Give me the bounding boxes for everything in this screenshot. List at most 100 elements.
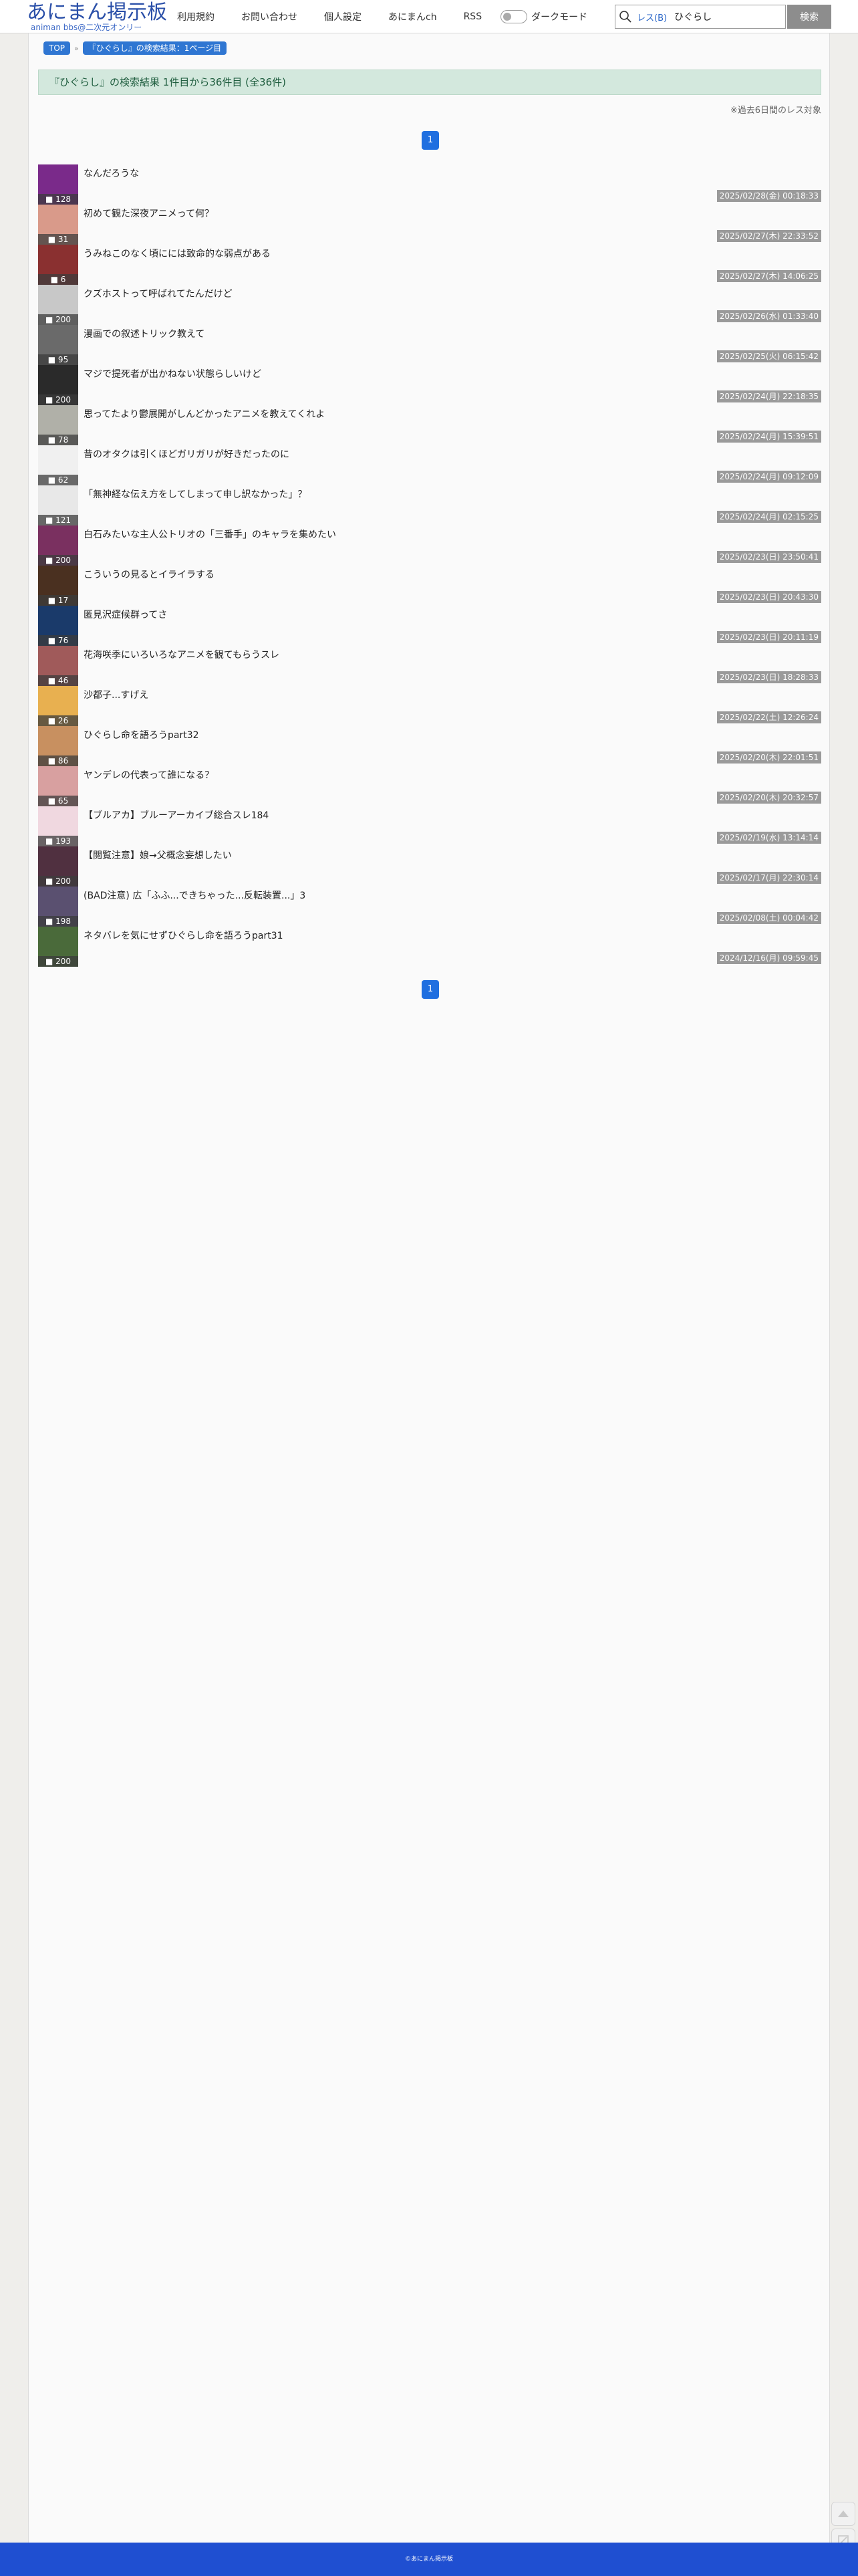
thread-date: 2025/02/19(水) 13:14:14 bbox=[716, 832, 821, 844]
thread-title[interactable]: なんだろうな bbox=[84, 166, 139, 180]
thread-row[interactable]: ■ 193 【ブルアカ】ブルーアーカイブ総合スレ184 2025/02/19(水) … bbox=[38, 806, 821, 846]
thread-row[interactable]: ■ 76 匿見沢症候群ってさ 2025/02/23(日) 20:11:19 bbox=[38, 606, 821, 646]
thread-row[interactable]: ■ 200 クズホストって呼ばれてたんだけど 2025/02/26(水) 01:33… bbox=[38, 285, 821, 325]
thread-row[interactable]: ■ 200 ネタバレを気にせずひぐらし命を語ろうpart31 2024/12/16(… bbox=[38, 927, 821, 967]
reply-count: ■ 95 bbox=[38, 354, 78, 365]
thread-date: 2025/02/08(土) 00:04:42 bbox=[716, 912, 821, 924]
thread-thumbnail[interactable]: ■ 31 bbox=[38, 205, 78, 245]
dark-mode-label: ダークモード bbox=[531, 12, 588, 23]
dark-mode-switch[interactable] bbox=[500, 10, 528, 23]
thread-list: ■ 128 なんだろうな 2025/02/28(金) 00:18:33 ■ 31 初めて… bbox=[38, 164, 821, 967]
nav-settings[interactable]: 個人設定 bbox=[324, 10, 362, 23]
thread-thumbnail[interactable]: ■ 26 bbox=[38, 686, 78, 726]
thread-title[interactable]: ネタバレを気にせずひぐらし命を語ろうpart31 bbox=[84, 929, 283, 942]
search-note: ※過去6日間のレス対象 bbox=[730, 106, 821, 116]
thread-title[interactable]: こういうの見るとイライラする bbox=[84, 568, 214, 581]
site-logo[interactable]: あにまん掲示板 animan bbs@二次元オンリー bbox=[27, 2, 170, 32]
thread-thumbnail[interactable]: ■ 17 bbox=[38, 566, 78, 606]
thread-row[interactable]: ■ 200 マジで提死者が出かねない状態らしいけど 2025/02/24(月) 22… bbox=[38, 365, 821, 405]
thread-thumbnail[interactable]: ■ 200 bbox=[38, 525, 78, 566]
thread-title[interactable]: 匿見沢症候群ってさ bbox=[84, 608, 167, 621]
thread-row[interactable]: ■ 200 白石みたいな主人公トリオの「三番手」のキャラを集めたい 2025/02/… bbox=[38, 525, 821, 566]
scroll-top-button[interactable] bbox=[831, 2502, 855, 2526]
thread-row[interactable]: ■ 200 【閲覧注意】娘→父概念妄想したい 2025/02/17(月) 22:30… bbox=[38, 846, 821, 887]
dark-mode-toggle[interactable]: ダークモード bbox=[500, 10, 587, 23]
thread-thumbnail[interactable]: ■ 200 bbox=[38, 846, 78, 887]
thread-title[interactable]: 【ブルアカ】ブルーアーカイブ総合スレ184 bbox=[84, 808, 269, 822]
thread-title[interactable]: 沙都子...すげえ bbox=[84, 688, 148, 701]
logo-sub-text: animan bbs@二次元オンリー bbox=[31, 23, 142, 32]
thread-thumbnail[interactable]: ■ 200 bbox=[38, 285, 78, 325]
thread-row[interactable]: ■ 198 (BAD注意) 広「ふふ...できちゃった...反転装置...」3 20… bbox=[38, 887, 821, 927]
thread-title[interactable]: 「無神経な伝え方をしてしまって申し訳なかった」？ bbox=[84, 487, 307, 501]
thread-thumbnail[interactable]: ■ 128 bbox=[38, 164, 78, 205]
breadcrumb-current[interactable]: 『ひぐらし』の検索結果：1ページ目 bbox=[82, 41, 227, 55]
thread-date: 2025/02/23(日) 18:28:33 bbox=[716, 671, 821, 683]
nav-terms[interactable]: 利用規約 bbox=[177, 10, 214, 23]
thread-row[interactable]: ■ 46 花海咲季にいろいろなアニメを観てもらうスレ 2025/02/23(日) 1… bbox=[38, 646, 821, 686]
thread-thumbnail[interactable]: ■ 95 bbox=[38, 325, 78, 365]
thread-thumbnail[interactable]: ■ 200 bbox=[38, 927, 78, 967]
thread-row[interactable]: ■ 6 うみねこのなく頃にには致命的な弱点がある 2025/02/27(木) 14:… bbox=[38, 245, 821, 285]
thread-title[interactable]: ヤンデレの代表って誰になる？ bbox=[84, 768, 214, 782]
result-header: 『ひぐらし』の検索結果 1件目から36件目 (全36件) bbox=[38, 70, 821, 95]
thread-thumbnail[interactable]: ■ 65 bbox=[38, 766, 78, 806]
reply-count: ■ 31 bbox=[38, 234, 78, 245]
thread-title[interactable]: 昔のオタクは引くほどガリガリが好きだったのに bbox=[84, 447, 289, 461]
thread-date: 2025/02/23(日) 20:43:30 bbox=[716, 591, 821, 603]
thread-row[interactable]: ■ 62 昔のオタクは引くほどガリガリが好きだったのに 2025/02/24(月) … bbox=[38, 445, 821, 485]
reply-count: ■ 200 bbox=[38, 555, 78, 566]
thread-title[interactable]: ひぐらし命を語ろうpart32 bbox=[84, 728, 199, 741]
thread-row[interactable]: ■ 121 「無神経な伝え方をしてしまって申し訳なかった」？ 2025/02/24(… bbox=[38, 485, 821, 525]
thread-title[interactable]: 花海咲季にいろいろなアニメを観てもらうスレ bbox=[84, 648, 279, 661]
thread-row[interactable]: ■ 26 沙都子...すげえ 2025/02/22(土) 12:26:24 bbox=[38, 686, 821, 726]
thread-thumbnail[interactable]: ■ 193 bbox=[38, 806, 78, 846]
thread-title[interactable]: マジで提死者が出かねない状態らしいけど bbox=[84, 367, 261, 380]
thread-thumbnail[interactable]: ■ 76 bbox=[38, 606, 78, 646]
thread-title[interactable]: 漫画での叙述トリック教えて bbox=[84, 327, 204, 340]
thread-row[interactable]: ■ 17 こういうの見るとイライラする 2025/02/23(日) 20:43:30 bbox=[38, 566, 821, 606]
thread-date: 2025/02/20(木) 20:32:57 bbox=[716, 792, 821, 804]
thread-date: 2025/02/24(月) 15:39:51 bbox=[716, 431, 821, 443]
search-type-select[interactable]: レス(B) bbox=[635, 11, 674, 23]
thread-row[interactable]: ■ 78 思ってたより鬱展開がしんどかったアニメを教えてくれよ 2025/02/24… bbox=[38, 405, 821, 445]
thread-title[interactable]: 初めて観た深夜アニメって何？ bbox=[84, 207, 214, 220]
thread-row[interactable]: ■ 95 漫画での叙述トリック教えて 2025/02/25(火) 06:15:42 bbox=[38, 325, 821, 365]
search-button[interactable]: 検索 bbox=[787, 5, 831, 29]
reply-count: ■ 121 bbox=[38, 515, 78, 525]
reply-count: ■ 62 bbox=[38, 475, 78, 485]
nav-rss[interactable]: RSS bbox=[464, 11, 482, 22]
thread-title[interactable]: うみねこのなく頃にには致命的な弱点がある bbox=[84, 247, 271, 260]
search-input[interactable] bbox=[674, 7, 781, 27]
nav-contact[interactable]: お問い合わせ bbox=[241, 10, 297, 23]
breadcrumb-top[interactable]: TOP bbox=[43, 41, 71, 55]
thread-row[interactable]: ■ 86 ひぐらし命を語ろうpart32 2025/02/20(木) 22:01:5… bbox=[38, 726, 821, 766]
reply-count: ■ 86 bbox=[38, 755, 78, 766]
thread-title[interactable]: (BAD注意) 広「ふふ...できちゃった...反転装置...」3 bbox=[84, 889, 305, 902]
thread-thumbnail[interactable]: ■ 198 bbox=[38, 887, 78, 927]
thread-thumbnail[interactable]: ■ 200 bbox=[38, 365, 78, 405]
search-box: レス(B) bbox=[615, 5, 786, 29]
pager-bottom-page[interactable]: 1 bbox=[422, 980, 439, 999]
thread-thumbnail[interactable]: ■ 121 bbox=[38, 485, 78, 525]
thread-title[interactable]: 白石みたいな主人公トリオの「三番手」のキャラを集めたい bbox=[84, 528, 336, 541]
thread-row[interactable]: ■ 128 なんだろうな 2025/02/28(金) 00:18:33 bbox=[38, 164, 821, 205]
thread-title[interactable]: 思ってたより鬱展開がしんどかったアニメを教えてくれよ bbox=[84, 407, 325, 421]
nav-animanch[interactable]: あにまんch bbox=[388, 10, 437, 23]
thread-title[interactable]: クズホストって呼ばれてたんだけど bbox=[84, 287, 233, 300]
thread-thumbnail[interactable]: ■ 62 bbox=[38, 445, 78, 485]
thread-date: 2025/02/26(水) 01:33:40 bbox=[716, 310, 821, 322]
reply-count: ■ 76 bbox=[38, 635, 78, 646]
thread-title[interactable]: 【閲覧注意】娘→父概念妄想したい bbox=[84, 848, 232, 862]
thread-thumbnail[interactable]: ■ 86 bbox=[38, 726, 78, 766]
thread-thumbnail[interactable]: ■ 6 bbox=[38, 245, 78, 285]
reply-count: ■ 200 bbox=[38, 314, 78, 325]
breadcrumb: TOP » 『ひぐらし』の検索結果：1ページ目 bbox=[43, 41, 227, 55]
thread-row[interactable]: ■ 65 ヤンデレの代表って誰になる？ 2025/02/20(木) 20:32:57 bbox=[38, 766, 821, 806]
thread-date: 2025/02/24(月) 09:12:09 bbox=[716, 471, 821, 483]
thread-row[interactable]: ■ 31 初めて観た深夜アニメって何？ 2025/02/27(木) 22:33:52 bbox=[38, 205, 821, 245]
pager-top-page[interactable]: 1 bbox=[422, 131, 439, 150]
reply-count: ■ 200 bbox=[38, 876, 78, 887]
thread-thumbnail[interactable]: ■ 46 bbox=[38, 646, 78, 686]
thread-thumbnail[interactable]: ■ 78 bbox=[38, 405, 78, 445]
